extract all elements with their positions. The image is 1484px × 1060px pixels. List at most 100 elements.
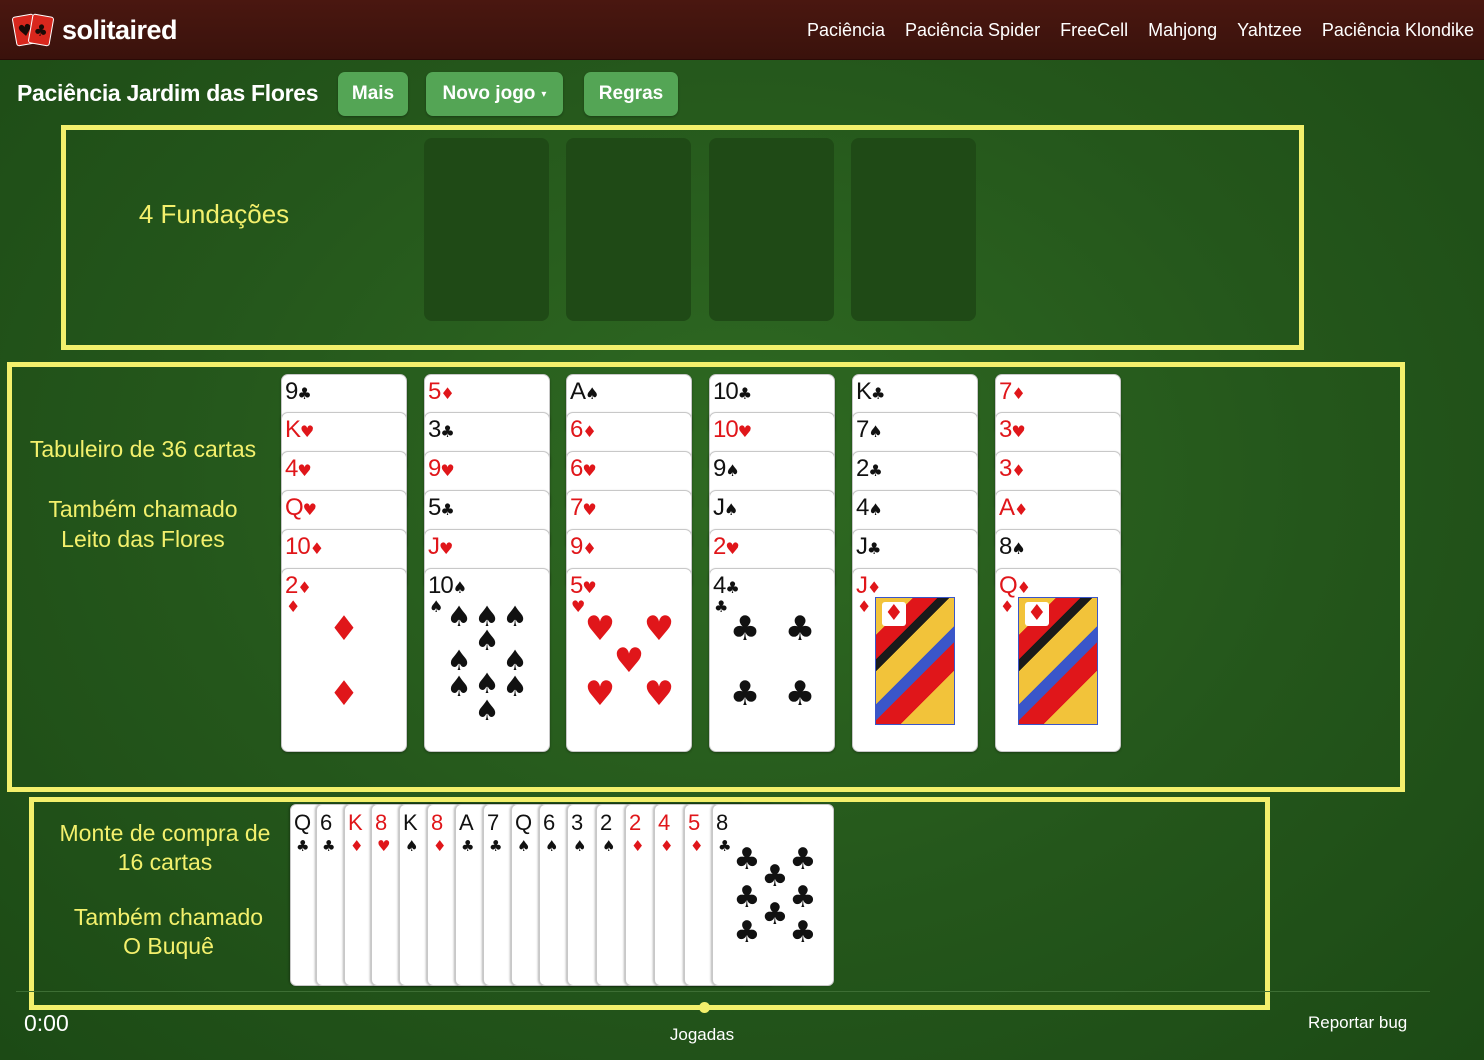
footer-divider (16, 991, 1430, 992)
new-game-button[interactable]: Novo jogo ▾ (426, 72, 563, 116)
card-suit-icon: ♥ (737, 422, 752, 441)
court-figure-icon: ♦ (1018, 597, 1098, 725)
card-rank: Q (515, 810, 533, 835)
card-rank: 6 (543, 810, 556, 835)
card-pip-icon: ♣ (789, 915, 817, 950)
card-index: 4♠ (856, 495, 883, 523)
foundation-slot[interactable] (566, 138, 691, 321)
site-logo[interactable]: ♥ ♣ solitaired (11, 12, 178, 48)
card-suit-icon: ♦ (1016, 578, 1031, 597)
card-rank: J (713, 494, 725, 521)
card-suit-icon: ♥ (582, 461, 596, 480)
card-rank: Q (285, 494, 304, 521)
card-index: 9♣ (285, 378, 312, 407)
card-index: 8♠ (999, 533, 1026, 562)
card-index: 5♣ (428, 495, 455, 523)
card-suit-icon: ♠ (405, 837, 419, 855)
card-pip-icon: ♥ (643, 609, 675, 649)
card-suit-icon: ♣ (489, 837, 503, 855)
nav-link-klondike[interactable]: Paciência Klondike (1322, 20, 1474, 41)
card-rank: 7 (487, 810, 500, 835)
tableau-card[interactable]: 2♦ ♦ ♦ ♦ (281, 568, 407, 752)
tableau-card[interactable]: Q♦ ♦ ♦ (995, 568, 1121, 752)
card-suit-icon: ♣ (718, 837, 732, 855)
card-rank: 4 (713, 572, 726, 599)
chevron-down-icon: ▾ (541, 88, 547, 100)
card-pip-icon: ♣ (761, 859, 789, 894)
nav-link-paciencia[interactable]: Paciência (807, 20, 885, 41)
tableau-card[interactable]: 10♠ ♠ ♠ ♠ ♠ ♠ ♠ ♠ ♠ ♠ ♠ ♠ (424, 568, 550, 752)
card-pip-icon: ♠ (446, 600, 472, 633)
card-pip-icon: ♦ (328, 674, 360, 714)
card-index: Q♥ (285, 494, 317, 523)
card-rank: 8 (999, 533, 1012, 560)
card-rank: 2 (856, 455, 869, 482)
card-suit-icon: ♥ (439, 539, 453, 558)
card-rank: 2 (629, 810, 642, 835)
more-button[interactable]: Mais (338, 72, 408, 116)
card-pip-icon: ♥ (584, 674, 616, 714)
card-pip-icon: ♣ (789, 880, 817, 915)
card-suit-icon: ♦ (297, 578, 311, 597)
card-rank: 7 (856, 416, 869, 443)
foundation-slot[interactable] (851, 138, 976, 321)
tableau-card[interactable]: 4♣ ♣ ♣ ♣ ♣ ♣ (709, 568, 835, 752)
card-suit-icon: ♥ (725, 539, 739, 558)
nav-link-mahjong[interactable]: Mahjong (1148, 20, 1217, 41)
card-rank: 2 (713, 533, 726, 560)
card-index: 6♥ (570, 456, 597, 484)
card-pip-icon: ♣ (733, 880, 761, 915)
card-suit-icon: ♥ (582, 578, 596, 597)
card-rank: A (999, 494, 1015, 521)
foundation-slot[interactable] (424, 138, 549, 321)
nav-link-freecell[interactable]: FreeCell (1060, 20, 1128, 41)
card-pip-icon: ♣ (784, 609, 816, 649)
rules-button[interactable]: Regras (584, 72, 678, 116)
card-pip-icon: ♣ (733, 915, 761, 950)
card-suit-icon: ♦ (1011, 384, 1025, 403)
card-rank: A (570, 378, 586, 405)
card-index: 9♥ (428, 455, 455, 484)
card-rank: 10 (713, 416, 739, 443)
card-suit-icon: ♠ (725, 461, 739, 480)
card-suit-icon: ♦ (690, 837, 704, 855)
card-rank: 9 (428, 455, 441, 482)
stock-card[interactable]: 8 ♣ ♣ ♣ ♣ ♣ ♣ ♣ ♣ ♣ (712, 804, 834, 986)
report-bug-link[interactable]: Reportar bug (1308, 1013, 1407, 1033)
card-rank: 9 (285, 378, 298, 405)
card-suit-icon: ♦ (286, 597, 301, 616)
card-pip-icon: ♣ (729, 609, 761, 649)
card-pip-icon: ♣ (761, 897, 789, 932)
moves-label: Jogadas (669, 1025, 735, 1044)
card-rank: 8 (716, 810, 729, 835)
card-rank: 6 (320, 810, 333, 835)
tableau-alias-line1: Também chamado (48, 496, 238, 522)
nav-link-yahtzee[interactable]: Yahtzee (1237, 20, 1302, 41)
card-rank: 7 (999, 378, 1012, 405)
tableau-alias-line2: Leito das Flores (61, 526, 225, 552)
card-index: 2♣ (856, 455, 883, 484)
card-rank: 4 (658, 810, 671, 835)
card-pip-icon: ♠ (474, 694, 500, 727)
card-rank: 7 (570, 494, 583, 521)
card-suit-icon: ♠ (1011, 539, 1025, 558)
card-index: 10♣ (713, 379, 752, 407)
stock-label-line2: 16 cartas (117, 849, 213, 875)
tableau-card[interactable]: J♦ ♦ ♦ (852, 568, 978, 752)
card-rank: 6 (570, 416, 583, 443)
card-rank: 8 (375, 810, 388, 835)
nav-link-spider[interactable]: Paciência Spider (905, 20, 1040, 41)
card-suit-icon: ♥ (300, 422, 314, 441)
card-pip-icon: ♣ (784, 674, 816, 714)
card-rank: Q (294, 810, 312, 835)
card-rank: J (856, 572, 868, 599)
card-index: K♥ (285, 417, 314, 445)
stock-alias-line2: O Buquê (123, 933, 214, 959)
tableau-card[interactable]: 5♥ ♥ ♥ ♥ ♥ ♥ ♥ (566, 568, 692, 752)
card-rank: 5 (428, 378, 441, 405)
card-rank: 9 (570, 533, 583, 560)
foundation-slot[interactable] (709, 138, 834, 321)
card-suit-icon: ♠ (585, 384, 599, 403)
tableau-highlight (7, 362, 1405, 792)
card-suit-icon: ♣ (322, 837, 336, 855)
